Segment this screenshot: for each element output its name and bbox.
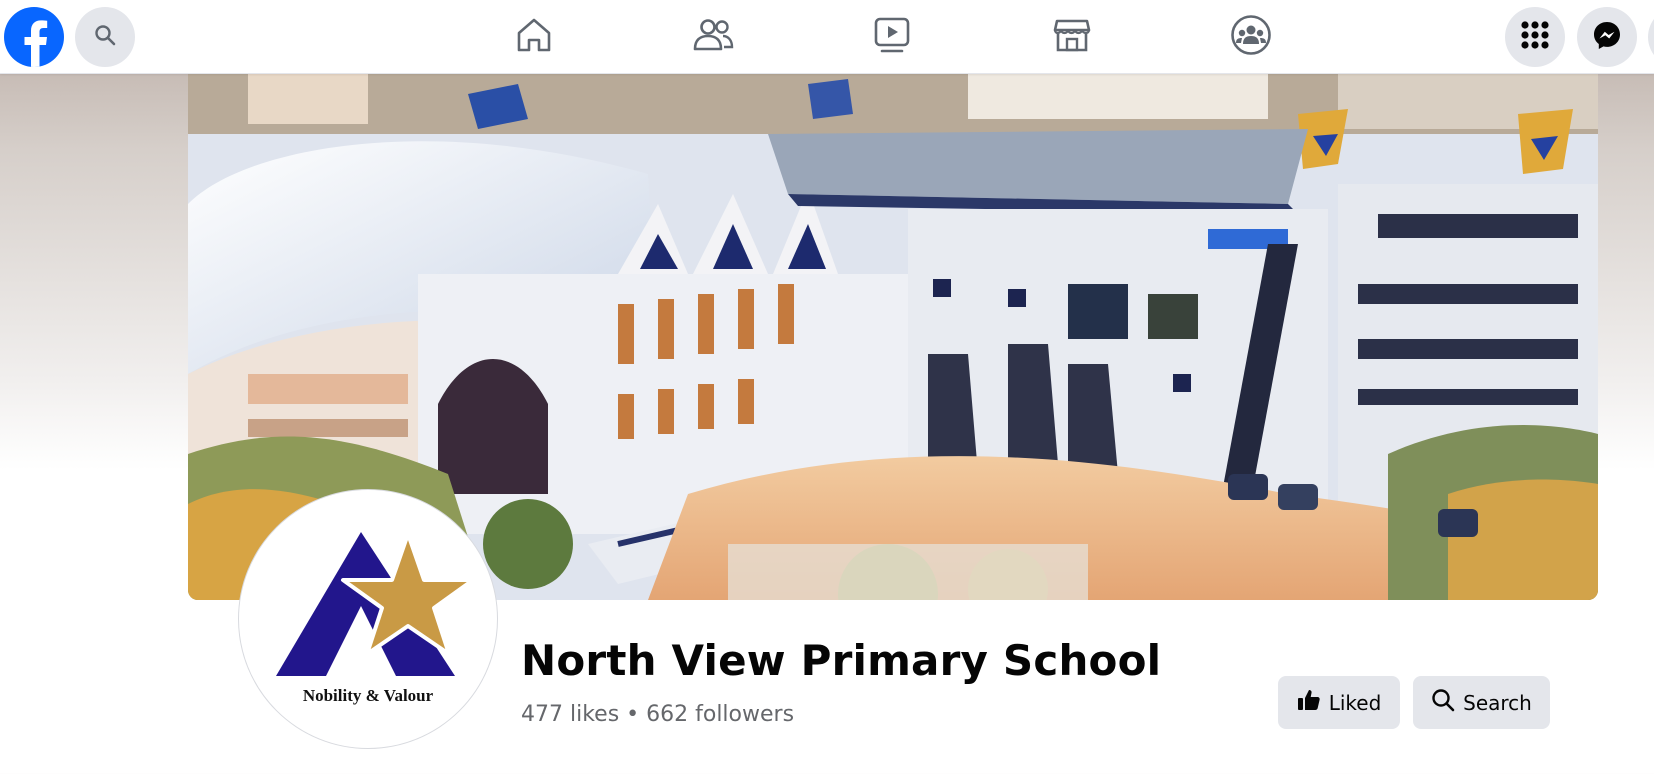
school-logo [276, 532, 475, 676]
profile-picture[interactable]: Nobility & Valour [239, 490, 497, 748]
marketplace-icon [1052, 15, 1092, 60]
search-label: Search [1463, 690, 1532, 715]
nav-friends[interactable] [689, 13, 737, 61]
search-icon [94, 24, 116, 51]
facebook-logo-icon[interactable] [4, 7, 64, 67]
friends-icon [692, 15, 734, 60]
top-navigation-bar [0, 0, 1654, 74]
nav-watch[interactable] [868, 13, 916, 61]
search-button[interactable] [75, 7, 135, 67]
watch-icon [872, 15, 912, 60]
logo-motto: Nobility & Valour [302, 686, 434, 705]
liked-label: Liked [1328, 690, 1382, 715]
grid-menu-icon [1520, 20, 1550, 55]
nav-home[interactable] [510, 13, 558, 61]
nav-groups[interactable] [1227, 13, 1275, 61]
menu-button[interactable] [1505, 7, 1565, 67]
messenger-button[interactable] [1577, 7, 1637, 67]
home-icon [514, 15, 554, 60]
page-stats[interactable]: 477 likes • 662 followers [521, 702, 794, 727]
page-title: North View Primary School [521, 636, 1162, 685]
liked-button[interactable]: Liked [1278, 676, 1400, 729]
nav-marketplace[interactable] [1048, 13, 1096, 61]
search-icon [1431, 688, 1455, 717]
groups-icon [1230, 14, 1272, 61]
notifications-button[interactable] [1648, 7, 1654, 67]
page-search-button[interactable]: Search [1413, 676, 1550, 729]
messenger-icon [1592, 20, 1622, 55]
thumbs-up-icon [1297, 688, 1321, 717]
